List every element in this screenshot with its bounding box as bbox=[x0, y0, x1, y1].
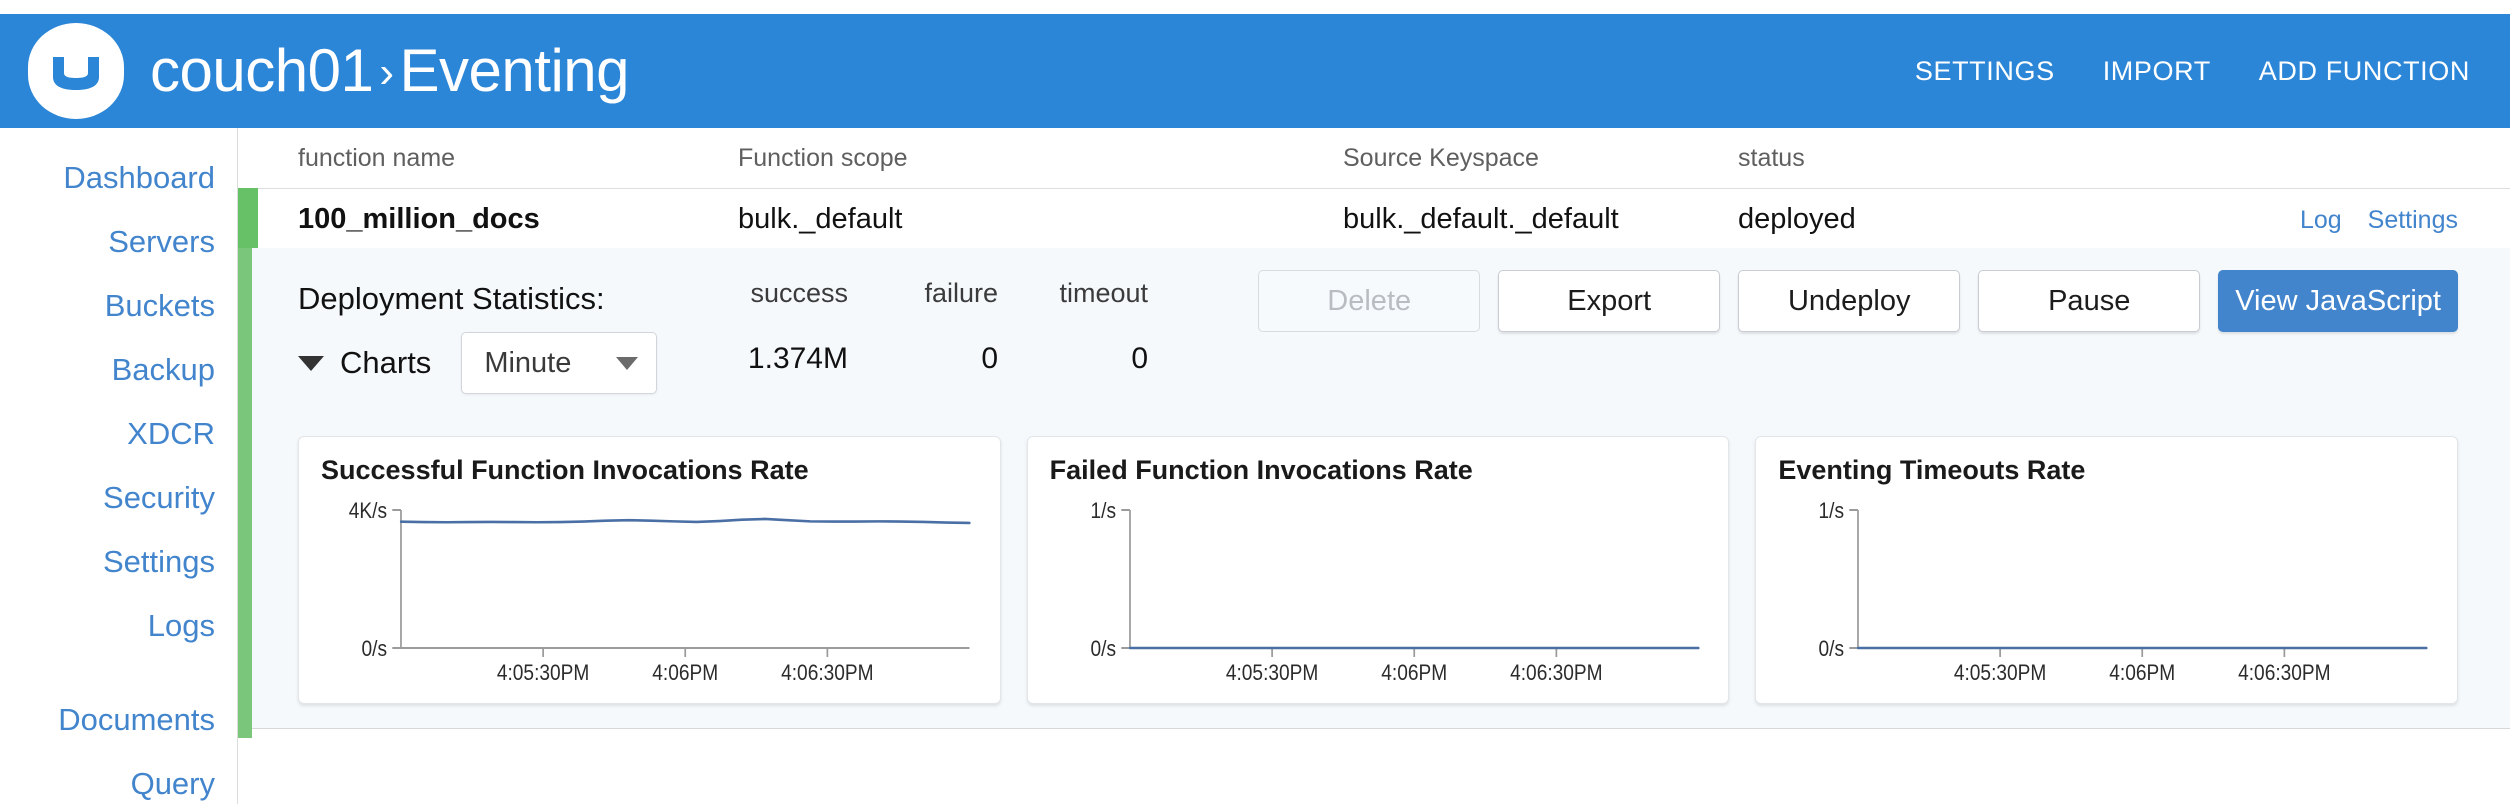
row-links: Log Settings bbox=[2300, 206, 2458, 235]
chart-title: Failed Function Invocations Rate bbox=[1050, 455, 1711, 486]
svg-text:1/s: 1/s bbox=[1819, 499, 1845, 524]
metric-value-failure: 0 bbox=[848, 342, 998, 376]
sidebar-divider-gap bbox=[0, 658, 237, 688]
chart-eventing-timeouts-rate: Eventing Timeouts Rate 0/s 1/s 4:05:30PM 4:… bbox=[1755, 436, 2458, 704]
log-link[interactable]: Log bbox=[2300, 206, 2342, 235]
undeploy-button[interactable]: Undeploy bbox=[1738, 270, 1960, 332]
pause-button[interactable]: Pause bbox=[1978, 270, 2200, 332]
export-button[interactable]: Export bbox=[1498, 270, 1720, 332]
interval-select-value: Minute bbox=[484, 347, 571, 380]
metric-value-success: 1.374M bbox=[698, 342, 848, 376]
charts-row: Successful Function Invocations Rate 0/s… bbox=[238, 422, 2510, 728]
stats-row-labels: Deployment Statistics: success failure t… bbox=[298, 270, 2458, 328]
brand[interactable]: couch01›Eventing bbox=[28, 23, 629, 119]
header-nav-import[interactable]: IMPORT bbox=[2103, 56, 2211, 87]
sidebar-item-backup[interactable]: Backup bbox=[0, 338, 237, 402]
charts-label: Charts bbox=[340, 345, 431, 381]
metric-header-timeout: timeout bbox=[998, 278, 1148, 309]
column-header-status: status bbox=[1738, 144, 1805, 173]
page-title: couch01›Eventing bbox=[150, 41, 629, 101]
metric-headers: success failure timeout bbox=[698, 278, 1148, 309]
content-area: function name Function scope Source Keys… bbox=[238, 128, 2510, 804]
sidebar-item-xdcr[interactable]: XDCR bbox=[0, 402, 237, 466]
svg-text:4:06PM: 4:06PM bbox=[2110, 661, 2176, 686]
svg-text:4K/s: 4K/s bbox=[349, 499, 387, 524]
svg-text:4:05:30PM: 4:05:30PM bbox=[497, 661, 589, 686]
app-header: couch01›Eventing SETTINGS IMPORT ADD FUN… bbox=[0, 14, 2510, 128]
body: Dashboard Servers Buckets Backup XDCR Se… bbox=[0, 128, 2510, 804]
caret-down-icon bbox=[298, 356, 324, 371]
sidebar-item-security[interactable]: Security bbox=[0, 466, 237, 530]
sidebar-item-servers[interactable]: Servers bbox=[0, 210, 237, 274]
svg-text:4:06:30PM: 4:06:30PM bbox=[2238, 661, 2330, 686]
svg-text:4:06:30PM: 4:06:30PM bbox=[1510, 661, 1602, 686]
function-block: 100_million_docs bulk._default bulk._def… bbox=[238, 188, 2510, 738]
header-nav-add-function[interactable]: ADD FUNCTION bbox=[2259, 56, 2470, 87]
sidebar-item-logs[interactable]: Logs bbox=[0, 594, 237, 658]
chart-plot: 0/s 1/s 4:05:30PM 4:06PM 4:06:30PM bbox=[1778, 492, 2439, 692]
sidebar-item-dashboard[interactable]: Dashboard bbox=[0, 146, 237, 210]
header-nav-settings[interactable]: SETTINGS bbox=[1915, 56, 2055, 87]
column-header-function-scope: Function scope bbox=[738, 144, 908, 173]
svg-text:4:05:30PM: 4:05:30PM bbox=[1954, 661, 2046, 686]
section-name: Eventing bbox=[400, 37, 630, 104]
svg-text:4:06PM: 4:06PM bbox=[652, 661, 718, 686]
column-header-source-keyspace: Source Keyspace bbox=[1343, 144, 1539, 173]
svg-text:0/s: 0/s bbox=[362, 637, 388, 662]
cell-source-keyspace: bulk._default._default bbox=[1343, 203, 1619, 236]
header-nav: SETTINGS IMPORT ADD FUNCTION bbox=[1915, 56, 2470, 87]
svg-text:1/s: 1/s bbox=[1090, 499, 1116, 524]
delete-button[interactable]: Delete bbox=[1258, 270, 1480, 332]
top-sliver bbox=[0, 0, 2510, 14]
status-accent-bar bbox=[238, 248, 252, 738]
functions-table-header: function name Function scope Source Keys… bbox=[238, 128, 2510, 188]
sidebar-item-settings[interactable]: Settings bbox=[0, 530, 237, 594]
settings-link[interactable]: Settings bbox=[2368, 206, 2458, 235]
metric-header-success: success bbox=[698, 278, 848, 309]
cell-function-scope: bulk._default bbox=[738, 203, 902, 236]
couchbase-logo-icon bbox=[28, 23, 124, 119]
svg-text:4:06:30PM: 4:06:30PM bbox=[781, 661, 873, 686]
table-row[interactable]: 100_million_docs bulk._default bulk._def… bbox=[238, 188, 2510, 248]
chart-title: Successful Function Invocations Rate bbox=[321, 455, 982, 486]
sidebar-item-buckets[interactable]: Buckets bbox=[0, 274, 237, 338]
svg-text:4:06PM: 4:06PM bbox=[1381, 661, 1447, 686]
chevron-down-icon bbox=[616, 357, 638, 370]
eventing-page: couch01›Eventing SETTINGS IMPORT ADD FUN… bbox=[0, 0, 2510, 804]
breadcrumb-separator: › bbox=[373, 48, 399, 97]
stats-row-values: Charts Minute 1.374M 0 0 bbox=[298, 330, 2458, 396]
cell-function-name: 100_million_docs bbox=[298, 203, 540, 236]
sidebar-item-documents[interactable]: Documents bbox=[0, 688, 237, 752]
column-header-function-name: function name bbox=[298, 144, 455, 173]
svg-text:0/s: 0/s bbox=[1819, 637, 1845, 662]
view-javascript-button[interactable]: View JavaScript bbox=[2218, 270, 2458, 332]
status-accent-bar-top bbox=[238, 188, 258, 248]
interval-select[interactable]: Minute bbox=[461, 332, 657, 394]
chart-failed-function-invocations-rate: Failed Function Invocations Rate 0/s 1/s 4… bbox=[1027, 436, 1730, 704]
action-buttons: Delete Export Undeploy Pause View JavaSc… bbox=[1258, 270, 2458, 332]
cell-status: deployed bbox=[1738, 203, 1856, 236]
svg-text:4:05:30PM: 4:05:30PM bbox=[1226, 661, 1318, 686]
sidebar: Dashboard Servers Buckets Backup XDCR Se… bbox=[0, 128, 238, 804]
sidebar-item-query[interactable]: Query bbox=[0, 752, 237, 804]
chart-plot: 0/s 1/s 4:05:30PM 4:06PM 4:06:30PM bbox=[1050, 492, 1711, 692]
deployment-statistics-label: Deployment Statistics: bbox=[298, 281, 605, 317]
metric-values: 1.374M 0 0 bbox=[698, 342, 1148, 376]
chart-title: Eventing Timeouts Rate bbox=[1778, 455, 2439, 486]
chart-successful-function-invocations-rate: Successful Function Invocations Rate 0/s… bbox=[298, 436, 1001, 704]
metric-header-failure: failure bbox=[848, 278, 998, 309]
chart-plot: 0/s 4K/s 4:05:30PM 4:06PM 4:06:30PM bbox=[321, 492, 982, 692]
metric-value-timeout: 0 bbox=[998, 342, 1148, 376]
deployment-statistics-panel: Deployment Statistics: success failure t… bbox=[238, 248, 2510, 422]
charts-toggle[interactable]: Charts bbox=[298, 345, 431, 381]
cluster-name: couch01 bbox=[150, 37, 373, 104]
panel-bottom-divider bbox=[238, 728, 2510, 738]
svg-text:0/s: 0/s bbox=[1090, 637, 1116, 662]
